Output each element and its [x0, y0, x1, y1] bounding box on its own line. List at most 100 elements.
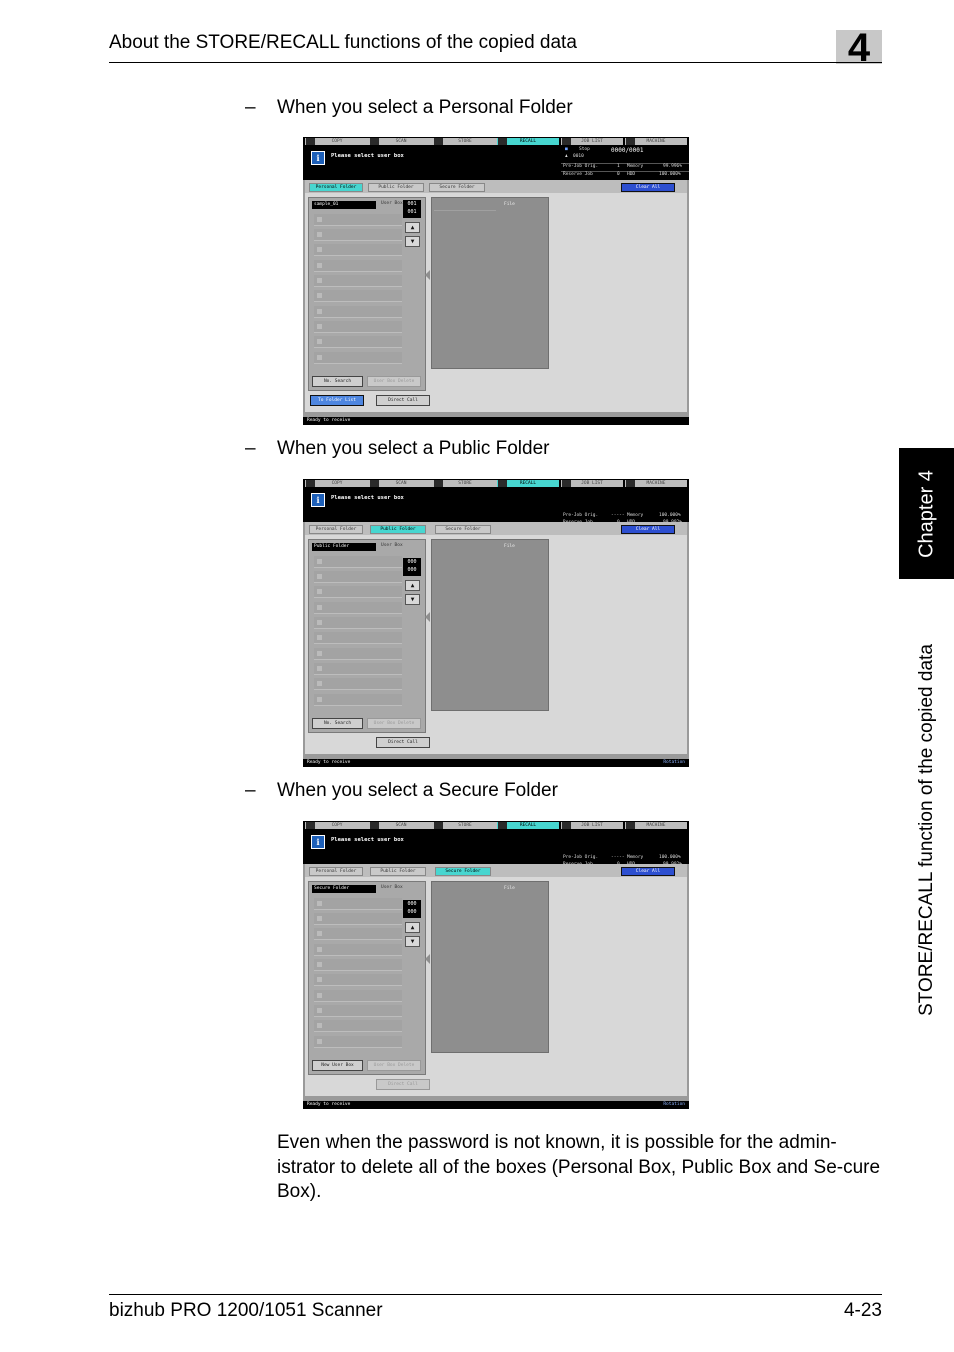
- folder-name-field[interactable]: Public Folder: [312, 543, 376, 551]
- scroll-up-button[interactable]: ▲: [405, 222, 420, 233]
- screenshot-secure-folder: COPY SCAN STORE RECALL JOB LIST MACHINE …: [303, 821, 689, 1109]
- tab-personal-folder[interactable]: Personal Folder: [309, 867, 363, 876]
- user-box-row[interactable]: [314, 990, 402, 1002]
- scroll-up-button[interactable]: ▲: [405, 580, 420, 591]
- user-box-row[interactable]: [314, 632, 402, 644]
- direct-call-button[interactable]: Direct Call: [376, 737, 430, 748]
- rotation-indicator[interactable]: Rotation: [663, 1101, 685, 1109]
- direct-call-button[interactable]: Direct Call: [376, 1079, 430, 1090]
- user-box-row[interactable]: [314, 974, 402, 986]
- store-icon: [434, 138, 443, 145]
- tab-public-folder[interactable]: Public Folder: [370, 867, 426, 876]
- tab-store[interactable]: STORE: [433, 822, 497, 829]
- reserve-job-label: Reserve Job: [563, 172, 593, 177]
- user-box-row[interactable]: [314, 648, 402, 660]
- user-box-row[interactable]: [314, 290, 402, 302]
- caption-personal-folder: – When you select a Personal Folder: [245, 97, 573, 118]
- scroll-down-button[interactable]: ▼: [405, 594, 420, 605]
- tab-copy[interactable]: COPY: [305, 138, 369, 145]
- new-user-box-button[interactable]: New User Box: [312, 1060, 363, 1071]
- user-box-row[interactable]: [314, 244, 402, 256]
- tab-job-list[interactable]: JOB LIST: [561, 480, 623, 487]
- tab-personal-folder[interactable]: Personal Folder: [309, 183, 363, 192]
- user-box-row[interactable]: [314, 913, 402, 925]
- scan-icon: [370, 138, 379, 145]
- tab-secure-folder[interactable]: Secure Folder: [435, 867, 491, 876]
- user-box-row[interactable]: [314, 336, 402, 348]
- copy-icon: [306, 138, 315, 145]
- user-box-row[interactable]: [314, 678, 402, 690]
- machine-status-bar: Ready to receive: [303, 417, 689, 425]
- user-box-delete-button[interactable]: User Box Delete: [367, 718, 421, 729]
- tab-secure-folder[interactable]: Secure Folder: [429, 183, 485, 192]
- no-search-button[interactable]: No. Search: [312, 376, 363, 387]
- user-box-row[interactable]: [314, 1036, 402, 1048]
- tab-public-folder[interactable]: Public Folder: [368, 183, 424, 192]
- user-box-row[interactable]: [314, 586, 402, 598]
- user-box-row[interactable]: [314, 321, 402, 333]
- user-box-delete-button[interactable]: User Box Delete: [367, 376, 421, 387]
- tab-scan[interactable]: SCAN: [369, 480, 433, 487]
- tab-machine[interactable]: MACHINE: [625, 138, 687, 145]
- machine-status-bar: Ready to receive Rotation: [303, 1101, 689, 1109]
- user-box-row[interactable]: [314, 556, 402, 568]
- clear-all-button[interactable]: Clear All: [621, 525, 675, 534]
- user-box-panel: sample_01 User Box 001 001 ▲ ▼ No. Search…: [308, 197, 426, 391]
- file-header: File: [504, 886, 515, 891]
- user-box-row[interactable]: [314, 928, 402, 940]
- user-box-row[interactable]: [314, 214, 402, 226]
- to-folder-list-button[interactable]: To Folder List: [310, 395, 364, 406]
- scroll-down-button[interactable]: ▼: [405, 236, 420, 247]
- tab-secure-folder[interactable]: Secure Folder: [435, 525, 491, 534]
- page-counter: 000 000: [403, 558, 421, 576]
- tab-copy[interactable]: COPY: [305, 480, 369, 487]
- user-box-row[interactable]: [314, 944, 402, 956]
- user-box-row[interactable]: [314, 306, 402, 318]
- tab-copy[interactable]: COPY: [305, 822, 369, 829]
- scroll-down-button[interactable]: ▼: [405, 936, 420, 947]
- folder-name-field[interactable]: sample_01: [312, 201, 376, 209]
- tab-personal-folder[interactable]: Personal Folder: [309, 525, 363, 534]
- page-number: 4-23: [843, 1300, 882, 1321]
- user-box-row[interactable]: [314, 1020, 402, 1032]
- user-box-row[interactable]: [314, 694, 402, 706]
- user-box-row[interactable]: [314, 352, 402, 364]
- tab-public-folder[interactable]: Public Folder: [370, 525, 426, 534]
- tab-recall[interactable]: RECALL: [497, 138, 559, 145]
- main-tab-bar: COPY SCAN STORE RECALL JOB LIST MACHINE: [303, 137, 689, 146]
- user-box-row[interactable]: [314, 571, 402, 583]
- tab-scan[interactable]: SCAN: [369, 138, 433, 145]
- clear-all-button[interactable]: Clear All: [621, 183, 675, 192]
- tab-job-list[interactable]: JOB LIST: [561, 822, 623, 829]
- section-side-label: STORE/RECALL function of the copied data: [915, 644, 937, 1016]
- user-box-row[interactable]: [314, 959, 402, 971]
- rotation-indicator[interactable]: Rotation: [663, 759, 685, 767]
- user-box-row[interactable]: [314, 617, 402, 629]
- user-box-delete-button[interactable]: User Box Delete: [367, 1060, 421, 1071]
- user-box-row[interactable]: [314, 663, 402, 675]
- message-area: i Please select user box: [303, 488, 561, 522]
- clear-all-button[interactable]: Clear All: [621, 867, 675, 876]
- file-panel: File: [431, 539, 549, 711]
- message-area: i Please select user box: [303, 830, 561, 864]
- scroll-up-button[interactable]: ▲: [405, 922, 420, 933]
- tab-recall[interactable]: RECALL: [497, 480, 559, 487]
- user-box-row[interactable]: [314, 229, 402, 241]
- tab-store[interactable]: STORE: [433, 480, 497, 487]
- user-box-row[interactable]: [314, 898, 402, 910]
- file-panel: File: [431, 197, 549, 369]
- folder-name-field[interactable]: Secure Folder: [312, 885, 376, 893]
- user-box-row[interactable]: [314, 602, 402, 614]
- tab-machine[interactable]: MACHINE: [625, 822, 687, 829]
- direct-call-button[interactable]: Direct Call: [376, 395, 430, 406]
- tab-recall[interactable]: RECALL: [497, 822, 559, 829]
- tab-store[interactable]: STORE: [433, 138, 497, 145]
- no-search-button[interactable]: No. Search: [312, 718, 363, 729]
- tab-job-list[interactable]: JOB LIST: [561, 138, 623, 145]
- tab-scan[interactable]: SCAN: [369, 822, 433, 829]
- user-box-row[interactable]: [314, 260, 402, 272]
- user-box-row[interactable]: [314, 275, 402, 287]
- user-box-row[interactable]: [314, 1005, 402, 1017]
- work-area: Personal Folder Public Folder Secure Fol…: [305, 522, 687, 754]
- tab-machine[interactable]: MACHINE: [625, 480, 687, 487]
